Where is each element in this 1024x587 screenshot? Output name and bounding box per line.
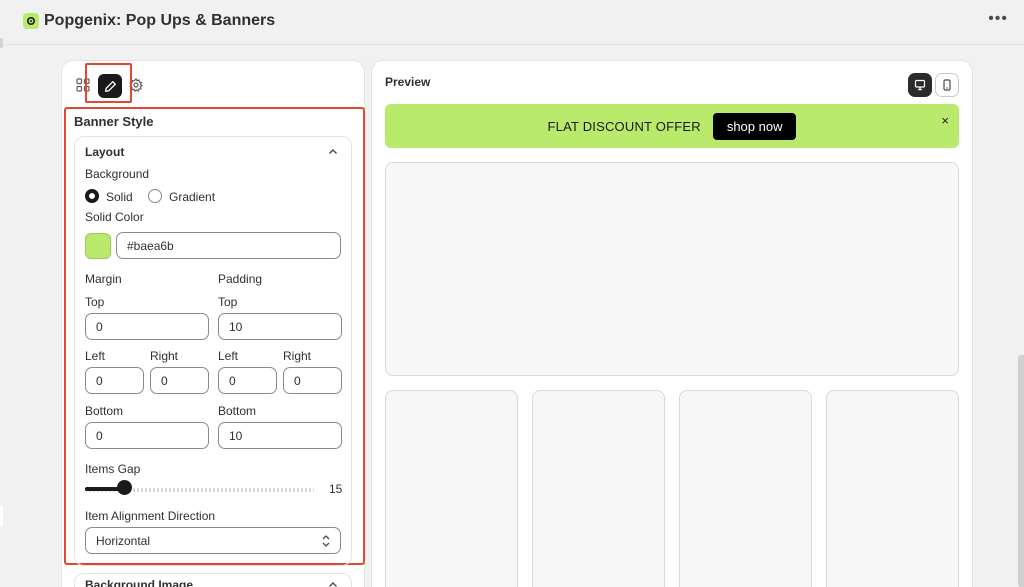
grid-icon[interactable] xyxy=(75,77,91,93)
alignment-select[interactable]: Horizontal xyxy=(85,527,341,554)
select-chevron-icon xyxy=(320,534,332,548)
padding-top-label: Top xyxy=(218,295,238,309)
layout-card: Layout Background Solid Gradient Solid C… xyxy=(74,136,352,566)
color-swatch[interactable] xyxy=(85,233,111,259)
preview-title: Preview xyxy=(385,75,431,89)
placeholder-card xyxy=(532,390,665,587)
placeholder-card xyxy=(385,390,518,587)
placeholder-card xyxy=(679,390,812,587)
items-gap-slider-thumb[interactable] xyxy=(116,480,132,495)
background-image-card[interactable]: Background Image xyxy=(74,573,352,587)
banner-text: FLAT DISCOUNT OFFER xyxy=(547,118,701,134)
items-gap-value: 15 xyxy=(329,482,343,496)
section-title: Banner Style xyxy=(74,114,154,129)
preview-banner: FLAT DISCOUNT OFFER shop now × xyxy=(385,104,959,148)
placeholder-hero xyxy=(385,162,959,376)
preview-panel: Preview FLAT DISCOUNT OFFER shop now × xyxy=(371,60,973,587)
placeholder-card xyxy=(826,390,959,587)
radio-solid[interactable] xyxy=(85,189,99,203)
padding-bottom-label: Bottom xyxy=(218,404,257,418)
padding-bottom-input[interactable]: 10 xyxy=(218,422,342,449)
app-title: Popgenix: Pop Ups & Banners xyxy=(44,12,276,29)
background-image-title[interactable]: Background Image xyxy=(85,578,193,587)
background-label: Background xyxy=(85,167,150,181)
items-gap-label: Items Gap xyxy=(85,462,141,476)
chevron-up-icon[interactable] xyxy=(327,145,339,157)
banner-shop-button[interactable]: shop now xyxy=(712,112,797,140)
desktop-icon[interactable] xyxy=(908,73,932,97)
mobile-icon[interactable] xyxy=(935,73,959,97)
edge-handle-top xyxy=(0,38,3,48)
close-icon[interactable]: × xyxy=(941,113,949,128)
padding-right-label: Right xyxy=(283,349,312,363)
edge-handle-bottom xyxy=(0,505,3,527)
padding-top-input[interactable]: 10 xyxy=(218,313,342,340)
radio-solid-label[interactable]: Solid xyxy=(106,190,133,204)
padding-label: Padding xyxy=(218,272,263,286)
margin-top-input[interactable]: 0 xyxy=(85,313,209,340)
padding-right-input[interactable]: 0 xyxy=(283,367,342,394)
app-header: Popgenix: Pop Ups & Banners ••• xyxy=(0,0,1024,45)
padding-left-label: Left xyxy=(218,349,239,363)
margin-right-label: Right xyxy=(150,349,179,363)
gear-icon[interactable] xyxy=(128,77,144,93)
editor-panel: Banner Style Layout Background Solid Gra… xyxy=(61,60,365,587)
margin-left-label: Left xyxy=(85,349,106,363)
margin-right-input[interactable]: 0 xyxy=(150,367,209,394)
radio-gradient[interactable] xyxy=(148,189,162,203)
app-logo-icon xyxy=(23,13,39,29)
margin-label: Margin xyxy=(85,272,122,286)
margin-bottom-label: Bottom xyxy=(85,404,124,418)
pencil-icon[interactable] xyxy=(98,74,122,98)
chevron-up-icon[interactable] xyxy=(327,578,339,587)
alignment-label: Item Alignment Direction xyxy=(85,509,216,523)
margin-bottom-input[interactable]: 0 xyxy=(85,422,209,449)
radio-gradient-label[interactable]: Gradient xyxy=(169,190,215,204)
solid-color-field[interactable]: #baea6b xyxy=(116,232,341,259)
margin-top-label: Top xyxy=(85,295,105,309)
layout-header[interactable]: Layout xyxy=(85,145,124,159)
solid-color-label: Solid Color xyxy=(85,210,144,224)
alignment-select-value: Horizontal xyxy=(96,533,151,548)
editor-tabs xyxy=(62,61,364,106)
page-scrollbar[interactable] xyxy=(1018,355,1024,587)
margin-left-input[interactable]: 0 xyxy=(85,367,144,394)
more-horizontal-icon[interactable]: ••• xyxy=(988,10,1008,28)
padding-left-input[interactable]: 0 xyxy=(218,367,277,394)
